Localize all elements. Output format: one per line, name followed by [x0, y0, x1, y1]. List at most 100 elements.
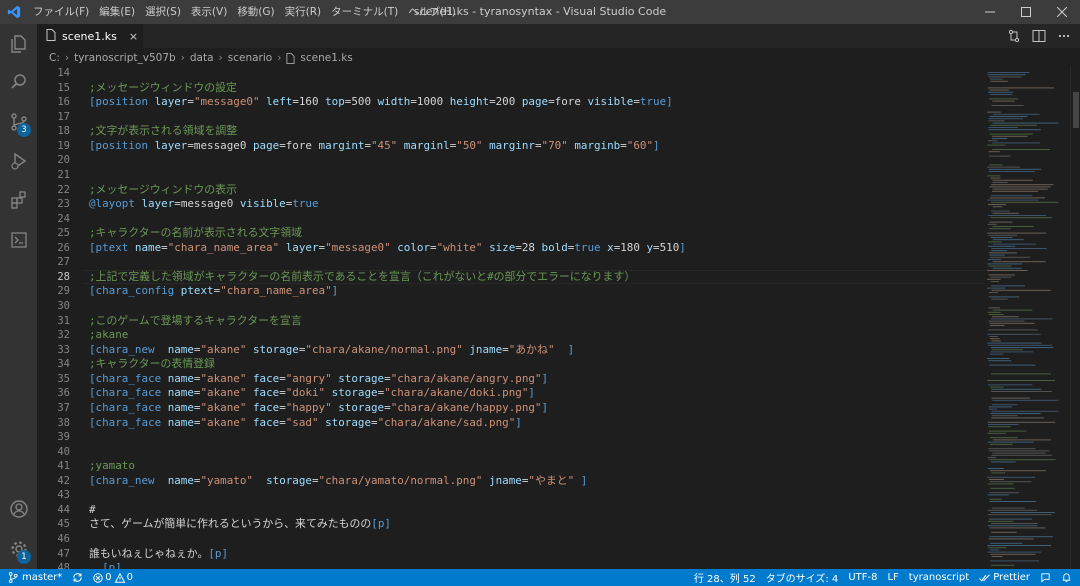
end-of-line[interactable]: LF — [882, 569, 903, 586]
prettier-status[interactable]: Prettier — [974, 569, 1035, 586]
line-number: 36 — [57, 387, 70, 400]
code-line[interactable]: 24 — [37, 212, 985, 227]
vertical-scrollbar[interactable] — [1070, 66, 1080, 569]
minimap-line — [987, 509, 1038, 511]
code-editor[interactable]: 14 15 ;メッセージウィンドウの設定 16 [position layer="mes… — [37, 66, 985, 569]
sync-button[interactable] — [67, 569, 88, 586]
code-line[interactable]: 33 [chara_new name="akane" storage="chara… — [37, 343, 985, 358]
minimap-line — [991, 388, 1042, 390]
scrollbar-thumb[interactable] — [1073, 92, 1079, 128]
minimap[interactable] — [985, 66, 1070, 569]
menu-help[interactable]: ヘルプ(H) — [403, 0, 461, 24]
open-changes-icon[interactable] — [1006, 28, 1022, 44]
tab-scene1-ks[interactable]: scene1.ks × — [37, 24, 143, 48]
run-debug-icon[interactable] — [0, 141, 37, 181]
breadcrumb-scenario[interactable]: scenario — [228, 52, 272, 64]
minimap-line — [987, 74, 1026, 76]
code-line[interactable]: 19 [position layer=message0 page=fore mar… — [37, 139, 985, 154]
menu-bar: ファイル(F) 編集(E) 選択(S) 表示(V) 移動(G) 実行(R) ター… — [28, 0, 461, 24]
code-line[interactable]: 42 [chara_new name="yamato" storage="char… — [37, 474, 985, 489]
menu-view[interactable]: 表示(V) — [186, 0, 232, 24]
tab-size[interactable]: タブのサイズ: 4 — [761, 569, 844, 586]
code-token: [position — [89, 138, 155, 152]
code-token: ] — [580, 473, 588, 487]
code-line[interactable]: 43 — [37, 488, 985, 503]
notifications-button[interactable] — [1056, 569, 1080, 586]
source-control-icon[interactable]: 3 — [0, 102, 37, 142]
code-token: ] — [541, 371, 549, 385]
minimap-line — [987, 111, 1001, 113]
code-line[interactable]: 28 ;上記で定義した領域がキャラクターの名前表示であることを宣言（これがないと#… — [37, 269, 985, 285]
code-token: [ptext — [89, 240, 135, 254]
breadcrumb-project[interactable]: tyranoscript_v507b — [74, 52, 176, 64]
code-line[interactable]: 48 ……[p] — [37, 561, 985, 569]
code-line[interactable]: 18 ;文字が表示される領域を調整 — [37, 124, 985, 139]
cursor-position[interactable]: 行 28、列 52 — [689, 569, 761, 586]
code-line[interactable]: 26 [ptext name="chara_name_area" layer="m… — [37, 241, 985, 256]
settings-gear-icon[interactable]: 1 — [0, 529, 37, 569]
breadcrumb-file[interactable]: scene1.ks — [300, 52, 352, 64]
encoding[interactable]: UTF-8 — [843, 569, 882, 586]
code-line[interactable]: 39 — [37, 430, 985, 445]
menu-file[interactable]: ファイル(F) — [28, 0, 94, 24]
code-line[interactable]: 32 ;akane — [37, 328, 985, 343]
code-line[interactable]: 31 ;このゲームで登場するキャラクターを宣言 — [37, 314, 985, 329]
code-line[interactable]: 37 [chara_face name="akane" face="happy" … — [37, 401, 985, 416]
close-window-button[interactable] — [1044, 0, 1080, 24]
extensions-icon[interactable] — [0, 180, 37, 220]
code-line[interactable]: 16 [position layer="message0" left=160 to… — [37, 95, 985, 110]
minimap-line — [988, 118, 1023, 120]
account-icon[interactable] — [0, 489, 37, 529]
code-line[interactable]: 29 [chara_config ptext="chara_name_area"] — [37, 284, 985, 299]
breadcrumb-drive[interactable]: C: — [49, 52, 60, 64]
code-token: "doki" — [285, 386, 326, 400]
menu-edit[interactable]: 編集(E) — [94, 0, 140, 24]
minimap-line — [991, 316, 1019, 318]
code-line[interactable]: 40 — [37, 445, 985, 460]
maximize-button[interactable] — [1008, 0, 1044, 24]
code-line[interactable]: 14 — [37, 66, 985, 81]
language-mode[interactable]: tyranoscript — [904, 569, 974, 586]
code-token: ] — [653, 138, 660, 152]
minimap-line — [988, 448, 1036, 450]
code-line[interactable]: 38 [chara_face name="akane" face="sad" st… — [37, 416, 985, 431]
branch-indicator[interactable]: master* — [0, 569, 67, 586]
code-line[interactable]: 15 ;メッセージウィンドウの設定 — [37, 81, 985, 96]
menu-terminal[interactable]: ターミナル(T) — [326, 0, 403, 24]
code-line[interactable]: 34 ;キャラクターの表情登録 — [37, 357, 985, 372]
menu-go[interactable]: 移動(G) — [232, 0, 279, 24]
code-line[interactable]: 36 [chara_face name="akane" face="doki" s… — [37, 386, 985, 401]
code-line[interactable]: 23 @layopt layer=message0 visible=true — [37, 197, 985, 212]
code-line[interactable]: 21 — [37, 168, 985, 183]
prettier-label: Prettier — [993, 572, 1030, 583]
minimize-button[interactable] — [972, 0, 1008, 24]
line-code: [position layer=message0 page=fore margi… — [89, 139, 660, 154]
feedback-button[interactable] — [1035, 569, 1056, 586]
code-line[interactable]: 44 # — [37, 503, 985, 518]
breadcrumb-data[interactable]: data — [190, 52, 214, 64]
tab-close-icon[interactable]: × — [129, 30, 138, 43]
problems-indicator[interactable]: 0 0 — [88, 569, 138, 586]
code-line[interactable]: 41 ;yamato — [37, 459, 985, 474]
code-line[interactable]: 25 ;キャラクターの名前が表示される文字領域 — [37, 226, 985, 241]
explorer-icon[interactable] — [0, 24, 37, 64]
code-line[interactable]: 27 — [37, 255, 985, 270]
code-line[interactable]: 35 [chara_face name="akane" face="angry" … — [37, 372, 985, 387]
minimap-line — [992, 100, 1015, 102]
code-line[interactable]: 30 — [37, 299, 985, 314]
code-line[interactable]: 46 — [37, 532, 985, 547]
code-line[interactable]: 17 — [37, 110, 985, 125]
menu-run[interactable]: 実行(R) — [280, 0, 327, 24]
code-line[interactable]: 22 ;メッセージウィンドウの表示 — [37, 183, 985, 198]
code-token: =180 — [613, 240, 647, 254]
minimap-line — [991, 523, 1038, 524]
code-line[interactable]: 45 さて、ゲームが簡単に作れるというから、来てみたものの[p] — [37, 517, 985, 532]
split-editor-icon[interactable] — [1031, 28, 1047, 44]
code-line[interactable]: 47 誰もいねぇじゃねぇか。[p] — [37, 547, 985, 562]
remote-explorer-icon[interactable] — [0, 220, 37, 260]
menu-selection[interactable]: 選択(S) — [140, 0, 186, 24]
more-actions-icon[interactable] — [1056, 28, 1072, 44]
search-icon[interactable] — [0, 62, 37, 102]
minimap-line — [992, 452, 1046, 454]
code-line[interactable]: 20 — [37, 153, 985, 168]
